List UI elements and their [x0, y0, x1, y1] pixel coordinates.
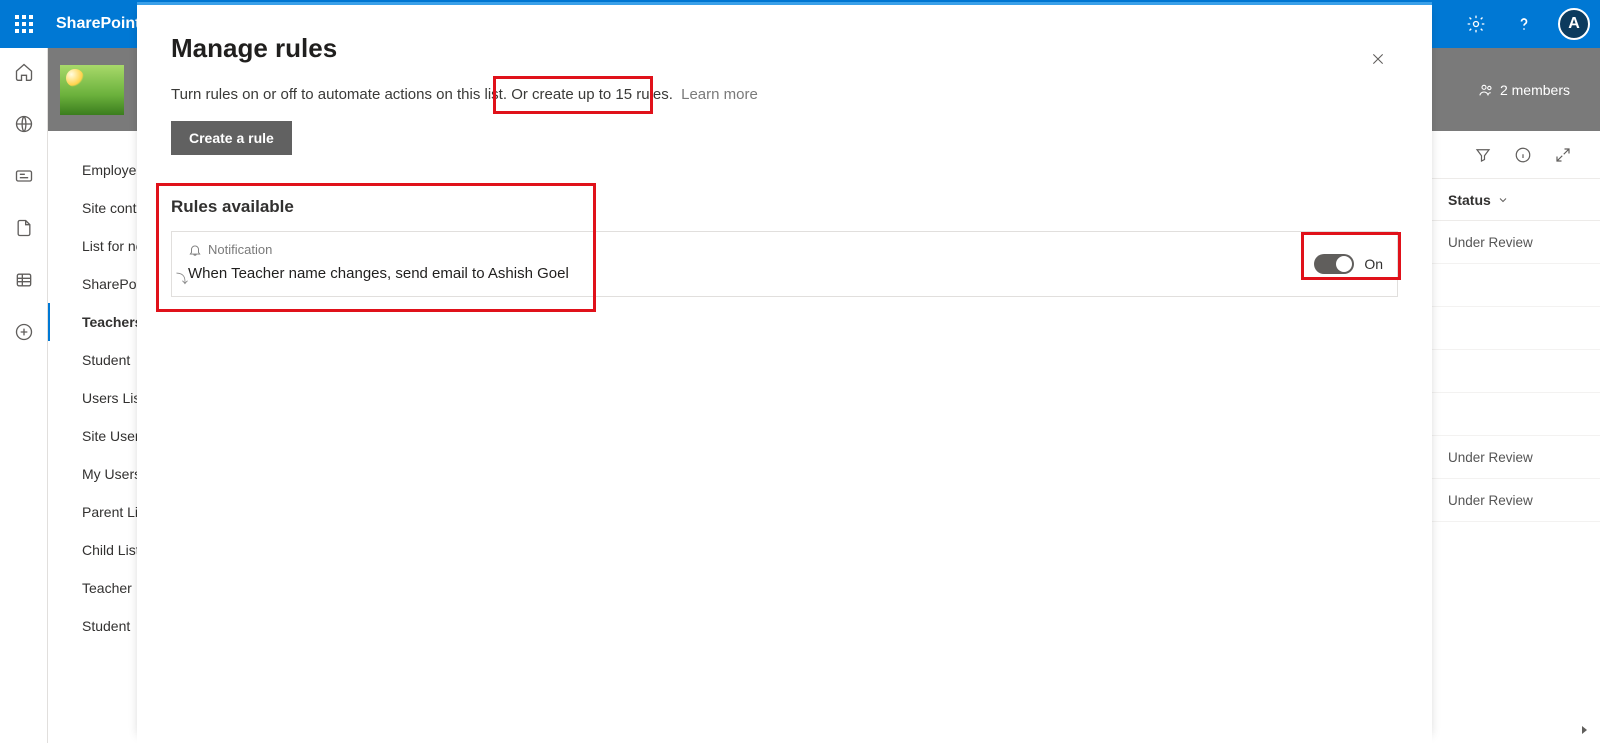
info-icon[interactable]	[1514, 146, 1532, 164]
panel-description: Turn rules on or off to automate actions…	[171, 86, 1398, 103]
add-icon[interactable]	[12, 320, 36, 344]
home-icon[interactable]	[12, 60, 36, 84]
expand-icon[interactable]	[1554, 146, 1572, 164]
manage-rules-panel: Manage rules Turn rules on or off to aut…	[137, 2, 1432, 743]
rule-toggle[interactable]	[1314, 254, 1354, 274]
column-header-label: Status	[1448, 192, 1491, 208]
bell-icon	[188, 243, 202, 257]
chevron-down-icon	[1497, 194, 1509, 206]
rules-available-heading: Rules available	[171, 197, 1398, 217]
app-launcher-icon[interactable]	[0, 0, 48, 48]
members-count[interactable]: 2 members	[1478, 82, 1570, 98]
table-row[interactable]	[1430, 393, 1600, 436]
create-rule-button[interactable]: Create a rule	[171, 121, 292, 155]
suite-right: A	[1452, 0, 1600, 48]
content-peek: Status Under Review Under Review Under R…	[1430, 131, 1600, 743]
close-icon[interactable]	[1364, 45, 1392, 73]
news-icon[interactable]	[12, 164, 36, 188]
peek-toolbar	[1430, 131, 1600, 178]
desc-part2: Or create up to 15 rules.	[511, 86, 673, 103]
help-icon[interactable]	[1500, 0, 1548, 48]
desc-part1: Turn rules on or off to automate actions…	[171, 86, 511, 103]
panel-title: Manage rules	[171, 33, 1398, 64]
filter-icon[interactable]	[1474, 146, 1492, 164]
rule-card[interactable]: ⤵ Notification When Teacher name changes…	[171, 231, 1398, 297]
rule-toggle-area: On	[1314, 254, 1383, 274]
rule-toggle-label: On	[1364, 256, 1383, 272]
table-row[interactable]: Under Review	[1430, 479, 1600, 522]
table-row[interactable]: Under Review	[1430, 221, 1600, 264]
learn-more-link[interactable]: Learn more	[681, 86, 758, 103]
rule-type: Notification	[188, 242, 1381, 257]
site-logo[interactable]	[60, 65, 124, 115]
scroll-right-arrow[interactable]	[1576, 721, 1594, 739]
file-icon[interactable]	[12, 216, 36, 240]
table-row[interactable]: Under Review	[1430, 436, 1600, 479]
app-name[interactable]: SharePoint	[48, 15, 140, 33]
cursor-icon: ⤵	[176, 270, 188, 287]
rule-type-label: Notification	[208, 242, 272, 257]
table-row[interactable]	[1430, 264, 1600, 307]
list-icon[interactable]	[12, 268, 36, 292]
settings-icon[interactable]	[1452, 0, 1500, 48]
rule-description: When Teacher name changes, send email to…	[188, 265, 1381, 282]
peek-table: Status Under Review Under Review Under R…	[1430, 178, 1600, 522]
globe-icon[interactable]	[12, 112, 36, 136]
avatar[interactable]: A	[1558, 8, 1590, 40]
members-count-label: 2 members	[1500, 82, 1570, 98]
column-header-status[interactable]: Status	[1430, 179, 1600, 221]
table-row[interactable]	[1430, 350, 1600, 393]
table-row[interactable]	[1430, 307, 1600, 350]
left-rail	[0, 48, 48, 743]
